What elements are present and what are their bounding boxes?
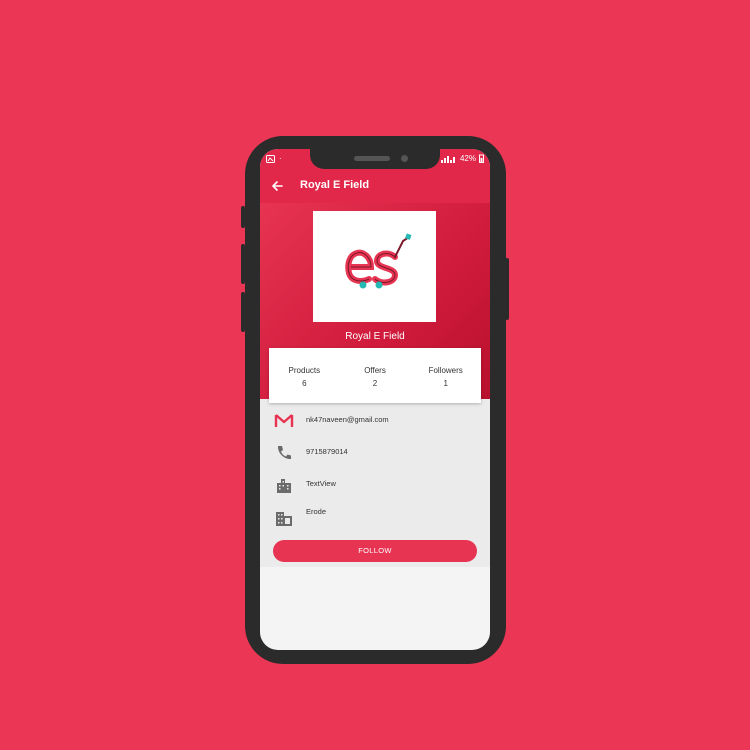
page-title: Royal E Field <box>300 179 370 191</box>
stats-card: Products 6 Offers 2 Followers 1 <box>269 348 481 403</box>
stat-label: Offers <box>364 366 386 375</box>
stat-products[interactable]: Products 6 <box>269 348 340 403</box>
store-name: Royal E Field <box>345 331 405 342</box>
notification-icon <box>266 154 275 163</box>
stat-value: 2 <box>372 379 378 388</box>
email-row[interactable]: nk47naveen@gmail.com <box>260 411 490 431</box>
es-cart-logo <box>345 233 412 289</box>
arrow-back-icon[interactable] <box>269 178 285 194</box>
buildings-icon <box>277 479 291 493</box>
battery-text: 42% <box>459 154 476 163</box>
phone-screen: · 42% Royal E Field Royal E Field Produc… <box>260 149 490 650</box>
stat-value: 1 <box>443 379 448 388</box>
stat-offers[interactable]: Offers 2 <box>340 348 411 403</box>
signal-icon <box>440 155 455 163</box>
business-icon <box>276 512 292 526</box>
dot-icon: · <box>279 154 282 163</box>
stat-followers[interactable]: Followers 1 <box>410 348 481 403</box>
store-logo <box>313 211 436 322</box>
phone-row[interactable]: 9715879014 <box>260 443 490 463</box>
speaker <box>354 156 390 161</box>
gmail-icon <box>274 414 294 427</box>
email-text: nk47naveen@gmail.com <box>306 415 389 424</box>
notch <box>310 149 440 169</box>
stat-label: Followers <box>428 366 463 375</box>
phone-text: 9715879014 <box>306 447 348 456</box>
phone-icon <box>277 446 291 460</box>
city-text: Erode <box>306 507 327 516</box>
camera <box>401 155 408 162</box>
app-bar: Royal E Field <box>260 169 490 203</box>
city-row: Erode <box>260 504 490 526</box>
battery-icon <box>479 154 484 163</box>
address-text: TextView <box>306 479 336 488</box>
stat-value: 6 <box>302 379 307 388</box>
stat-label: Products <box>288 366 321 375</box>
address-row: TextView <box>260 475 490 495</box>
follow-button[interactable]: FOLLOW <box>273 540 477 562</box>
